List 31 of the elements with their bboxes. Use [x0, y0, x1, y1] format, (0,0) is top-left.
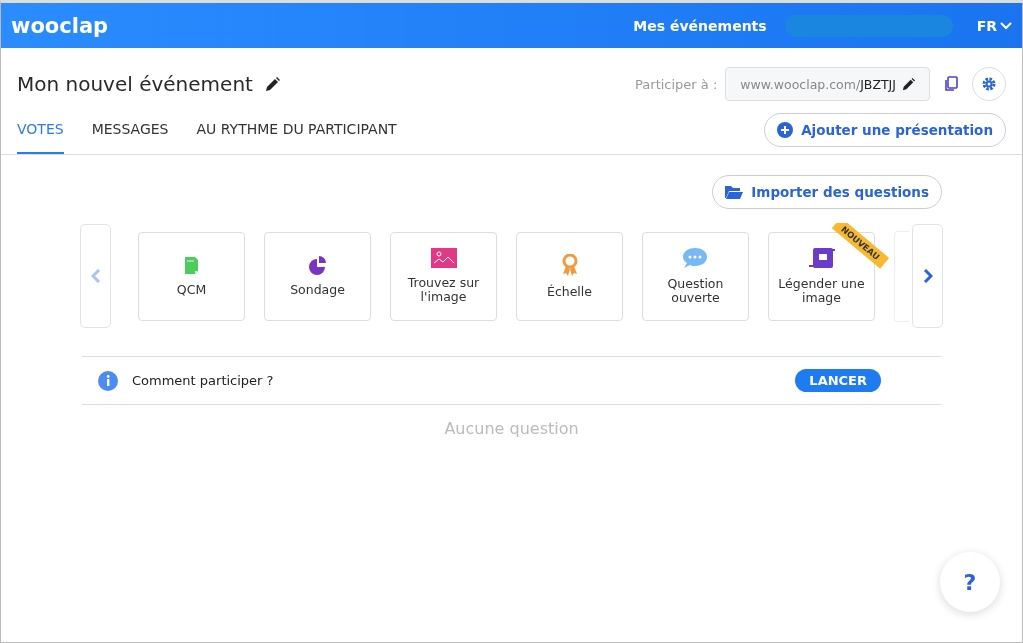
- question-type-card[interactable]: QCM: [138, 231, 245, 321]
- event-title: Mon nouvel événement: [17, 72, 253, 96]
- chevron-left-icon: [90, 269, 101, 283]
- chevron-right-icon: [922, 269, 933, 283]
- url-field[interactable]: www.wooclap.com/JBZTJJ: [725, 67, 930, 101]
- pencil-icon[interactable]: [902, 77, 915, 91]
- help-button[interactable]: ?: [940, 552, 1000, 612]
- add-presentation-button[interactable]: Ajouter une présentation: [764, 113, 1006, 147]
- info-text: Comment participer ?: [132, 373, 275, 388]
- chevron-down-icon: [1000, 21, 1012, 30]
- launch-button[interactable]: LANCER: [795, 369, 881, 392]
- folder-icon: [725, 185, 744, 199]
- question-type-card[interactable]: Trouvez sur l'image: [390, 231, 497, 321]
- copy-button[interactable]: [944, 76, 958, 92]
- tab[interactable]: MESSAGES: [91, 106, 169, 154]
- settings-icon: [981, 76, 997, 92]
- participate-label: Participer à :: [635, 76, 718, 92]
- question-type-card[interactable]: Échelle: [516, 231, 623, 321]
- tab[interactable]: VOTES: [17, 106, 64, 154]
- language-selector[interactable]: FR: [976, 17, 1012, 34]
- empty-state-text: Aucune question: [443, 419, 580, 438]
- import-button[interactable]: Importer des questions: [712, 175, 942, 209]
- info-icon: [98, 370, 118, 391]
- copy-icon: [944, 76, 958, 92]
- question-type-card[interactable]: Sondage: [264, 231, 371, 321]
- pencil-icon[interactable]: [264, 76, 280, 92]
- settings-button[interactable]: [972, 67, 1006, 101]
- tab[interactable]: AU RYTHME DU PARTICIPANT: [196, 106, 397, 154]
- plus-icon: [777, 122, 794, 138]
- nav-link[interactable]: Mes événements: [633, 17, 767, 34]
- question-type-card[interactable]: Question ouverte: [642, 231, 749, 321]
